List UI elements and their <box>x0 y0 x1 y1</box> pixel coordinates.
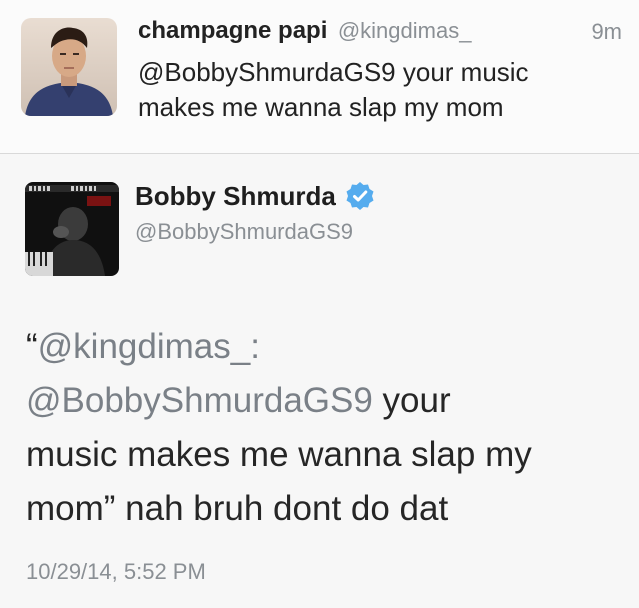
reply-tweet-text: @BobbyShmurdaGS9 your music makes me wan… <box>138 55 618 125</box>
main-handle[interactable]: @BobbyShmurdaGS9 <box>135 219 353 245</box>
main-text-line-1: “@kingdimas_: <box>26 320 626 374</box>
reply-time: 9m <box>591 19 622 44</box>
reply-tweet[interactable]: champagne papi @kingdimas_ 9m @BobbyShmu… <box>0 0 639 154</box>
main-tweet-text: “@kingdimas_: @BobbyShmurdaGS9 your musi… <box>26 320 626 536</box>
main-display-name[interactable]: Bobby Shmurda <box>135 181 336 212</box>
quote-mention-link[interactable]: @kingdimas_: <box>38 327 260 366</box>
main-timestamp: 10/29/14, 5:52 PM <box>26 559 206 584</box>
quoted-mention-link[interactable]: @BobbyShmurdaGS9 <box>26 381 373 420</box>
reply-handle[interactable]: @kingdimas_ <box>338 18 472 43</box>
reply-tweet-header: champagne papi @kingdimas_ 9m <box>138 17 622 49</box>
reply-display-name[interactable]: champagne papi <box>138 17 327 44</box>
main-text-after-mention: your <box>372 381 451 420</box>
quote-open-mark: “ <box>26 327 38 366</box>
main-text-line-2: @BobbyShmurdaGS9 your <box>26 374 626 428</box>
verified-badge-icon <box>345 181 375 211</box>
avatar-champagne-papi[interactable] <box>21 18 117 116</box>
main-name-row: Bobby Shmurda <box>135 178 375 214</box>
reply-text-line-2: makes me wanna slap my mom <box>138 92 504 122</box>
main-text-line-3: music makes me wanna slap my <box>26 435 532 474</box>
reply-text-line-1: @BobbyShmurdaGS9 your music <box>138 57 529 87</box>
main-tweet: Bobby Shmurda @BobbyShmurdaGS9 “@kingdim… <box>0 154 639 608</box>
profile-photo <box>21 18 117 116</box>
main-text-line-4: mom” nah bruh dont do dat <box>26 489 449 528</box>
profile-album-art <box>25 182 119 276</box>
avatar-bobby-shmurda[interactable] <box>25 182 119 276</box>
screen: champagne papi @kingdimas_ 9m @BobbyShmu… <box>0 0 639 608</box>
